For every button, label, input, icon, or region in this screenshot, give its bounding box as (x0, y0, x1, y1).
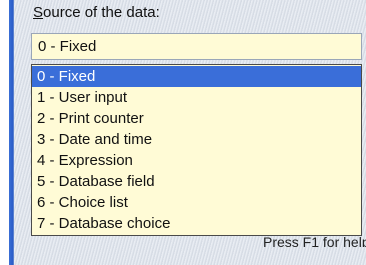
window-left-edge (0, 0, 14, 265)
option-choice-list[interactable]: 6 - Choice list (32, 192, 361, 213)
dropdown-list: 0 - Fixed 1 - User input 2 - Print count… (31, 64, 362, 236)
option-expression[interactable]: 4 - Expression (32, 150, 361, 171)
label-mnemonic: S (33, 4, 44, 21)
option-fixed[interactable]: 0 - Fixed (32, 66, 361, 87)
label-text: ource of the data: (43, 4, 160, 21)
option-date-and-time[interactable]: 3 - Date and time (32, 129, 361, 150)
source-of-data-combobox[interactable]: 0 - Fixed (31, 33, 362, 60)
option-database-choice[interactable]: 7 - Database choice (32, 213, 361, 234)
combobox-value: 0 - Fixed (38, 38, 97, 55)
option-user-input[interactable]: 1 - User input (32, 87, 361, 108)
status-hint: Press F1 for help (263, 237, 366, 247)
option-database-field[interactable]: 5 - Database field (32, 171, 361, 192)
option-print-counter[interactable]: 2 - Print counter (32, 108, 361, 129)
source-of-data-label: Source of the data: (33, 4, 160, 21)
